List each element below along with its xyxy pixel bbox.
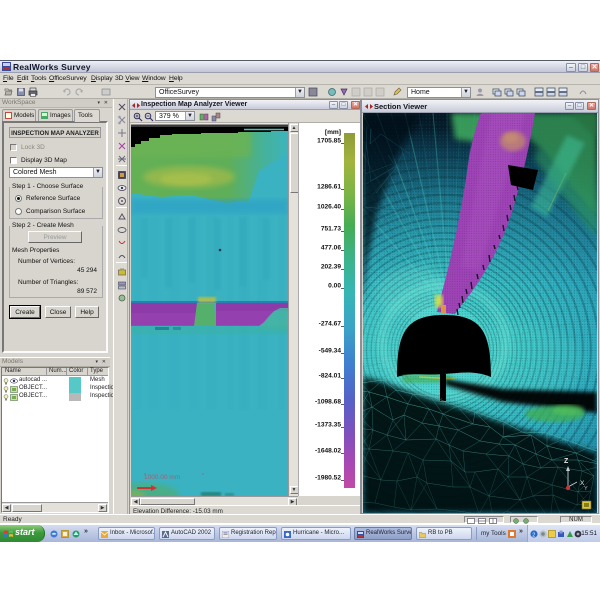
- svg-text:202.39: 202.39: [321, 264, 342, 271]
- svg-text:2: 2: [532, 533, 535, 539]
- svg-text:-274.67: -274.67: [319, 321, 342, 328]
- svg-text:1026.40: 1026.40: [317, 204, 341, 211]
- svg-text:751.73: 751.73: [321, 226, 342, 233]
- svg-text:477.06: 477.06: [321, 245, 342, 252]
- svg-text:[mm]: [mm]: [325, 129, 341, 136]
- svg-text:1286.61: 1286.61: [317, 184, 341, 191]
- svg-text:-1980.52: -1980.52: [315, 475, 341, 482]
- svg-text:Z: Z: [564, 458, 569, 465]
- svg-text:-824.01: -824.01: [319, 373, 342, 380]
- svg-text:1000.00 mm: 1000.00 mm: [144, 474, 180, 481]
- svg-text:0.00: 0.00: [328, 283, 341, 290]
- svg-text:-549.34: -549.34: [319, 348, 342, 355]
- svg-text:1705.85: 1705.85: [317, 138, 341, 145]
- svg-text:-1648.02: -1648.02: [315, 448, 341, 455]
- svg-text:Y: Y: [584, 486, 588, 492]
- svg-text:-1373.35: -1373.35: [315, 422, 341, 429]
- svg-text:-1098.68: -1098.68: [315, 399, 341, 406]
